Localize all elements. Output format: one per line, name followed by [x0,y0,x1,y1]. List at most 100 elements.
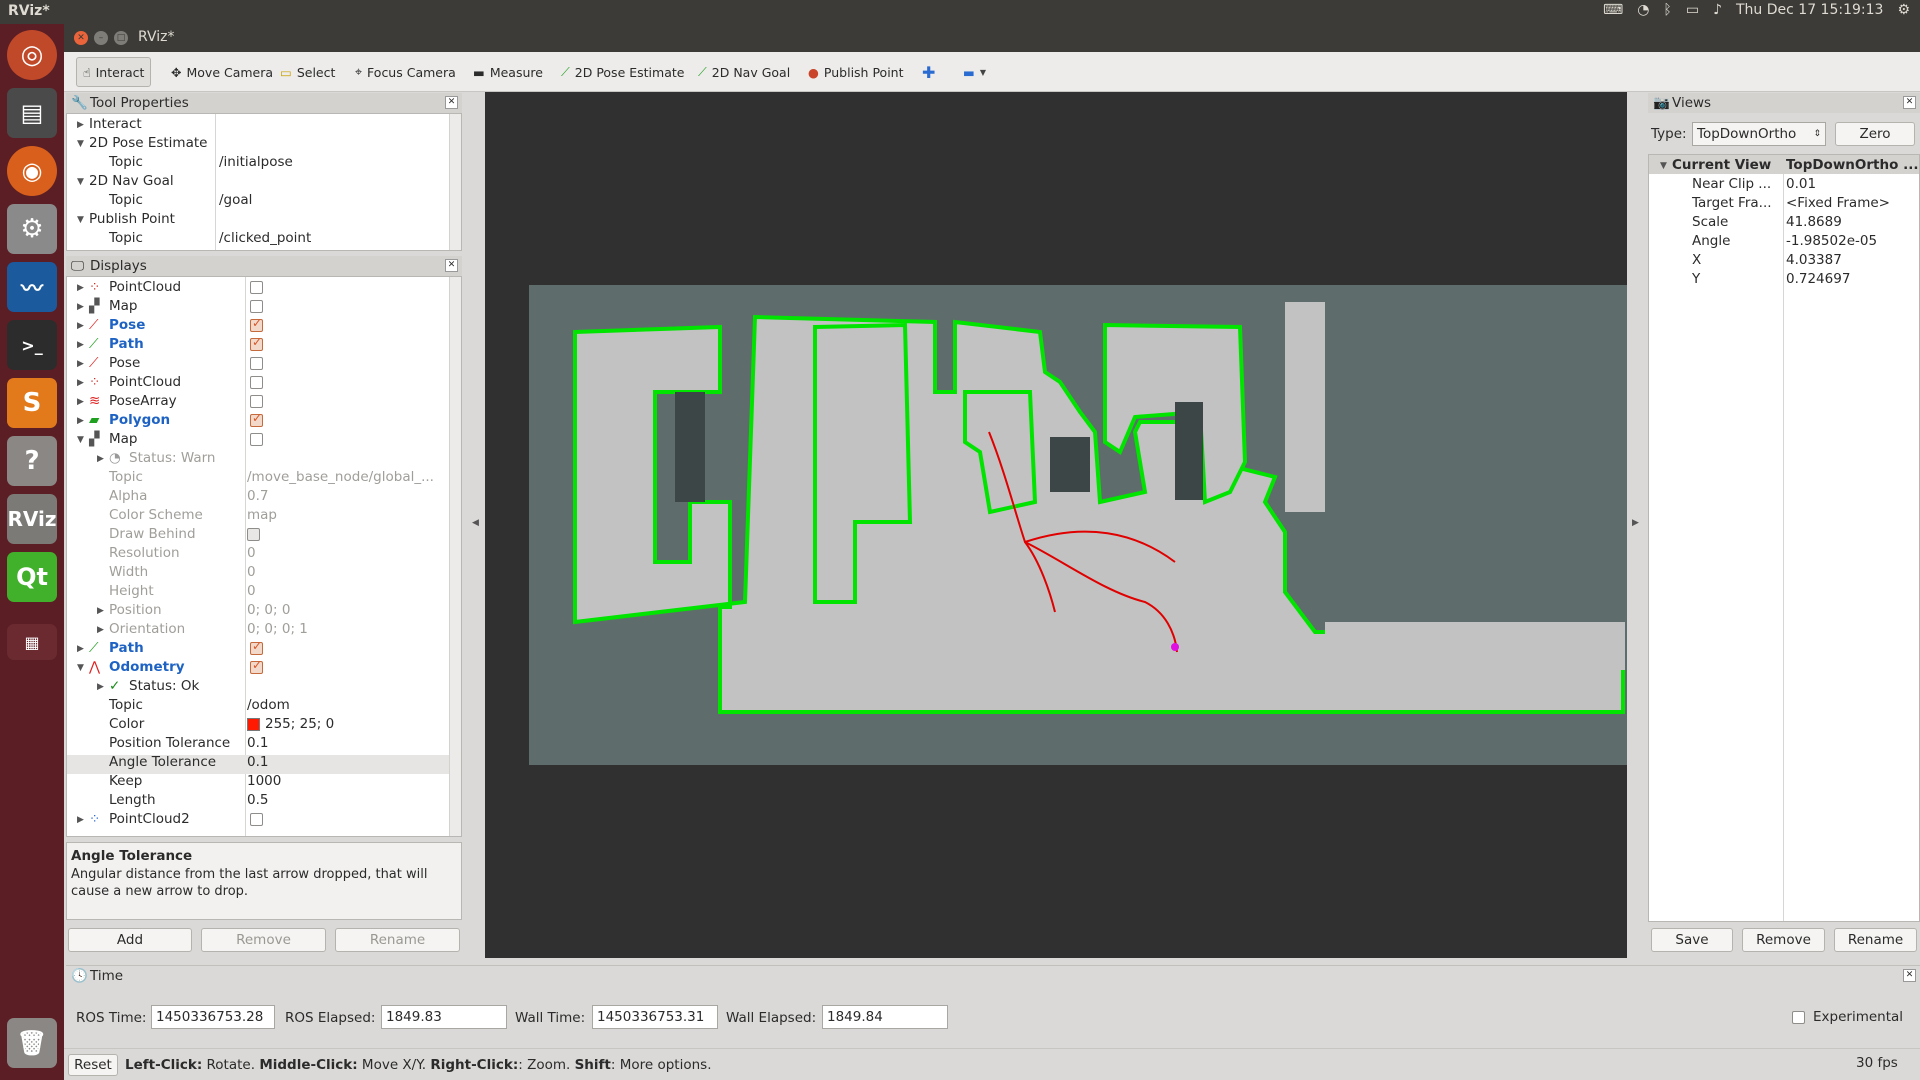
reset-button[interactable]: Reset [68,1054,118,1076]
display-pointcloud[interactable]: PointCloud [109,278,181,297]
display-enabled-checkbox[interactable] [250,376,263,389]
nav-goal-tool-row[interactable]: 2D Nav Goal [89,172,174,191]
close-panel-button[interactable]: ✕ [1903,96,1916,109]
focus-camera-tool-button[interactable]: ⌖ Focus Camera [348,57,463,87]
scale-row[interactable]: Scale [1692,213,1728,232]
collapse-left-handle[interactable]: ◀ [472,518,479,528]
maximize-window-button[interactable]: □ [114,31,128,45]
angle-row-value[interactable]: -1.98502e-05 [1786,232,1877,251]
system-monitor-icon[interactable]: 〰 [7,262,57,312]
display-pose-2[interactable]: Pose [109,354,140,373]
expand-arrow-icon[interactable]: ▶ [97,606,104,616]
minimize-window-button[interactable]: – [94,31,108,45]
odometry-keep[interactable]: Keep [109,772,142,791]
ubuntu-logo-icon[interactable]: ◎ [7,30,57,80]
collapse-arrow-icon[interactable]: ▼ [77,177,84,187]
pose-estimate-tool-row[interactable]: 2D Pose Estimate [89,134,207,153]
experimental-checkbox[interactable] [1792,1011,1805,1024]
map-resolution[interactable]: Resolution [109,544,180,563]
volume-icon[interactable]: ♪ [1713,2,1722,18]
expand-arrow-icon[interactable]: ▶ [97,454,104,464]
gear-icon[interactable]: ⚙ [1897,2,1910,18]
display-map[interactable]: Map [109,297,138,316]
ros-time-field[interactable]: 1450336753.28 [151,1005,275,1029]
add-display-button[interactable]: Add [68,928,192,952]
qt-icon[interactable]: Qt [7,552,57,602]
near-clip-row-value[interactable]: 0.01 [1786,175,1816,194]
collapse-arrow-icon[interactable]: ▼ [77,435,84,445]
nav-goal-topic-row-value[interactable]: /goal [219,191,252,210]
display-enabled-checkbox[interactable] [250,813,263,826]
map-draw-behind[interactable]: Draw Behind [109,525,196,544]
close-panel-button[interactable]: ✕ [445,259,458,272]
scrollbar[interactable] [449,114,461,250]
display-posearray[interactable]: PoseArray [109,392,177,411]
pose-estimate-tool-button[interactable]: ⟋ 2D Pose Estimate [554,57,691,87]
map-position[interactable]: Position [109,601,162,620]
expand-arrow-icon[interactable]: ▶ [77,644,84,654]
publish-point-topic-row-value[interactable]: /clicked_point [219,229,311,248]
nav-goal-topic-row[interactable]: Topic [109,191,143,210]
files-icon[interactable]: ▤ [7,88,57,138]
display-enabled-checkbox[interactable] [250,658,263,674]
odometry-position-tolerance[interactable]: Position Tolerance [109,734,230,753]
map-height[interactable]: Height [109,582,154,601]
3d-render-view[interactable] [485,92,1627,958]
map-width[interactable]: Width [109,563,148,582]
odometry-color[interactable]: Color [109,715,144,734]
display-enabled-checkbox[interactable] [250,411,263,427]
map-orientation[interactable]: Orientation [109,620,185,639]
wall-time-field[interactable]: 1450336753.31 [592,1005,718,1029]
rename-view-button[interactable]: Rename [1834,928,1917,952]
battery-icon[interactable]: ▭ [1686,2,1699,18]
settings-icon[interactable]: ⚙ [7,204,57,254]
save-view-button[interactable]: Save [1651,928,1733,952]
firefox-icon[interactable]: ◉ [7,146,57,196]
draw-behind-checkbox[interactable] [247,528,260,541]
display-path[interactable]: Path [109,335,144,354]
expand-arrow-icon[interactable]: ▶ [97,682,104,692]
y-row[interactable]: Y [1692,270,1700,289]
x-row-value[interactable]: 4.03387 [1786,251,1842,270]
collapse-arrow-icon[interactable]: ▼ [77,215,84,225]
add-tool-button[interactable]: ✚ [915,57,942,87]
odometry-topic[interactable]: Topic [109,696,143,715]
move-camera-tool-button[interactable]: ✥ Move Camera [164,57,280,87]
map-alpha-value[interactable]: 0.7 [247,487,268,506]
keyboard-icon[interactable]: ⌨ [1603,2,1623,18]
odometry-status[interactable]: Status: Ok [129,677,199,696]
angle-row[interactable]: Angle [1692,232,1730,251]
measure-tool-button[interactable]: ▬ Measure [466,57,550,87]
y-row-value[interactable]: 0.724697 [1786,270,1850,289]
expand-arrow-icon[interactable]: ▶ [77,283,84,293]
expand-arrow-icon[interactable]: ▶ [77,815,84,825]
map-orientation-value[interactable]: 0; 0; 0; 1 [247,620,308,639]
map-position-value[interactable]: 0; 0; 0 [247,601,290,620]
expand-arrow-icon[interactable]: ▶ [77,359,84,369]
expand-arrow-icon[interactable]: ▶ [77,340,84,350]
display-pointcloud-2[interactable]: PointCloud [109,373,181,392]
clock[interactable]: Thu Dec 17 15:19:13 [1736,2,1883,18]
map-alpha[interactable]: Alpha [109,487,147,506]
display-pose[interactable]: Pose [109,316,145,335]
remove-tool-menu-button[interactable]: ▬ ▼ [956,57,993,87]
wall-elapsed-field[interactable]: 1849.84 [822,1005,948,1029]
color-swatch[interactable] [247,718,260,731]
expand-arrow-icon[interactable]: ▶ [77,321,84,331]
scrollbar[interactable] [449,277,461,836]
close-panel-button[interactable]: ✕ [1903,969,1916,982]
interact-tool-row[interactable]: Interact [89,115,142,134]
map-status[interactable]: Status: Warn [129,449,215,468]
display-enabled-checkbox[interactable] [250,281,263,294]
display-enabled-checkbox[interactable] [250,357,263,370]
x-row[interactable]: X [1692,251,1701,270]
display-odometry[interactable]: Odometry [109,658,185,677]
remove-view-button[interactable]: Remove [1742,928,1825,952]
map-topic-value[interactable]: /move_base_node/global_... [247,468,434,487]
display-enabled-checkbox[interactable] [250,395,263,408]
expand-arrow-icon[interactable]: ▶ [77,302,84,312]
odometry-keep-value[interactable]: 1000 [247,772,281,791]
display-map-2[interactable]: Map [109,430,138,449]
map-height-value[interactable]: 0 [247,582,256,601]
map-color-scheme[interactable]: Color Scheme [109,506,203,525]
